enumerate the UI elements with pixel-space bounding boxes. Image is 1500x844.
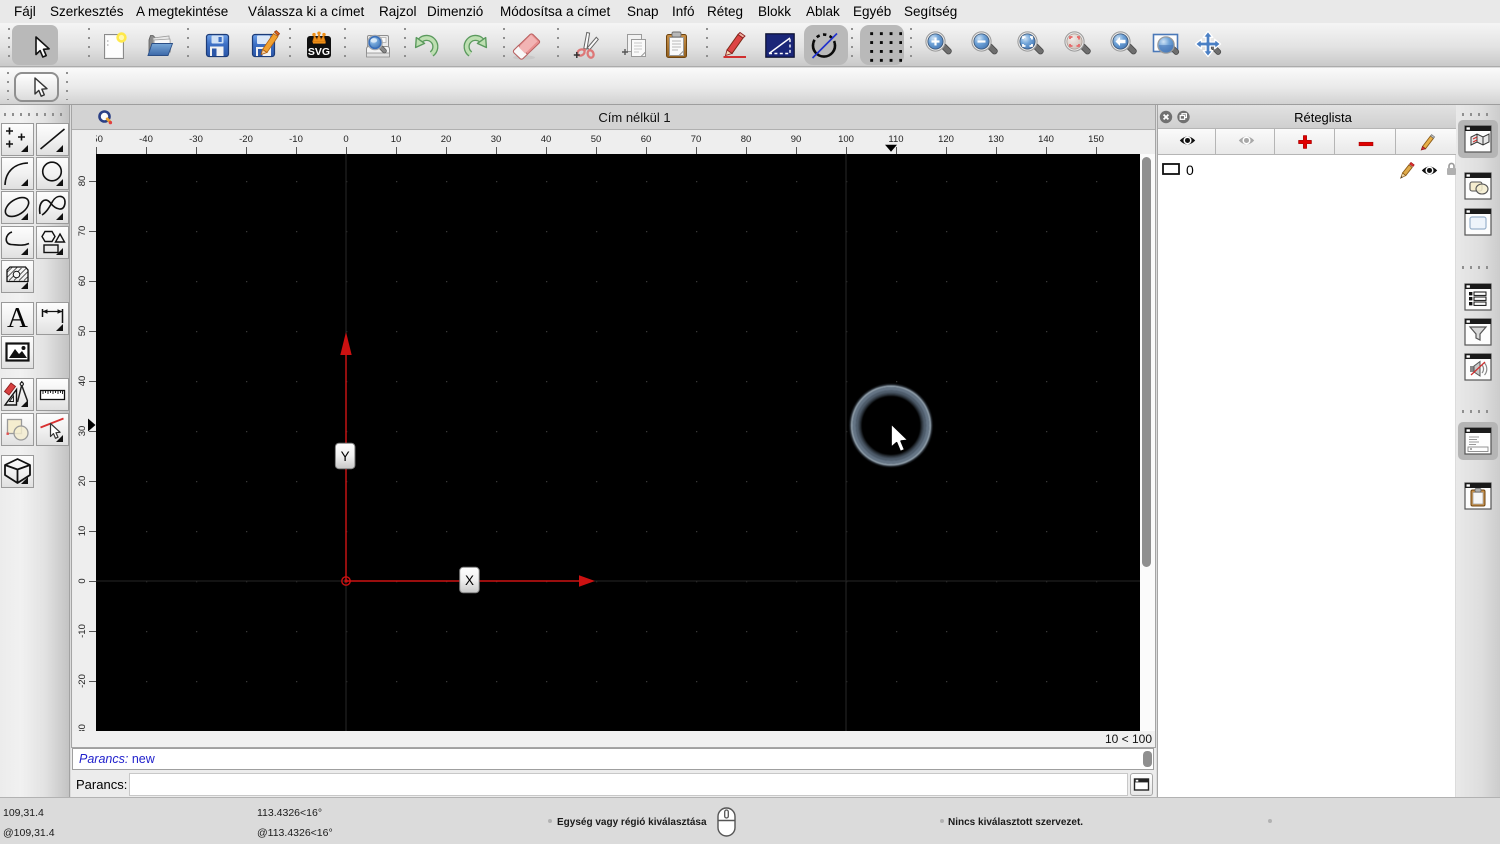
svg-text:50: 50 (591, 134, 602, 145)
svg-text:150: 150 (1088, 134, 1104, 145)
svg-text:80: 80 (741, 134, 752, 145)
svg-text:20: 20 (441, 134, 452, 145)
svg-text:-40: -40 (139, 134, 153, 145)
svg-text:90: 90 (791, 134, 802, 145)
svg-text:-30: -30 (189, 134, 203, 145)
svg-text:40: 40 (77, 376, 88, 387)
svg-text:20: 20 (77, 476, 88, 487)
svg-text:Y: Y (341, 449, 350, 464)
svg-text:-10: -10 (289, 134, 303, 145)
svg-text:40: 40 (541, 134, 552, 145)
svg-text:A: A (7, 303, 28, 334)
svg-text:10: 10 (77, 526, 88, 537)
svg-text:110: 110 (888, 134, 903, 145)
svg-text:0: 0 (77, 578, 88, 583)
svg-text:70: 70 (77, 226, 88, 237)
svg-text:-50: -50 (96, 134, 103, 145)
svg-text:10: 10 (391, 134, 402, 145)
svg-text:SVG: SVG (308, 46, 330, 58)
svg-text:130: 130 (988, 134, 1004, 145)
svg-text:30: 30 (77, 426, 88, 437)
svg-text:X: X (465, 573, 474, 588)
svg-text:-20: -20 (239, 134, 253, 145)
svg-text:60: 60 (77, 276, 88, 287)
svg-text:60: 60 (641, 134, 652, 145)
svg-text:0: 0 (343, 134, 348, 145)
svg-text:-20: -20 (77, 674, 88, 688)
svg-text:120: 120 (938, 134, 954, 145)
svg-text:-30: -30 (77, 724, 88, 731)
svg-text:50: 50 (77, 326, 88, 337)
svg-text:100: 100 (838, 134, 854, 145)
svg-text:30: 30 (491, 134, 502, 145)
svg-text:140: 140 (1038, 134, 1054, 145)
svg-text:80: 80 (77, 176, 88, 187)
svg-text:70: 70 (691, 134, 702, 145)
svg-text:-10: -10 (77, 624, 88, 638)
